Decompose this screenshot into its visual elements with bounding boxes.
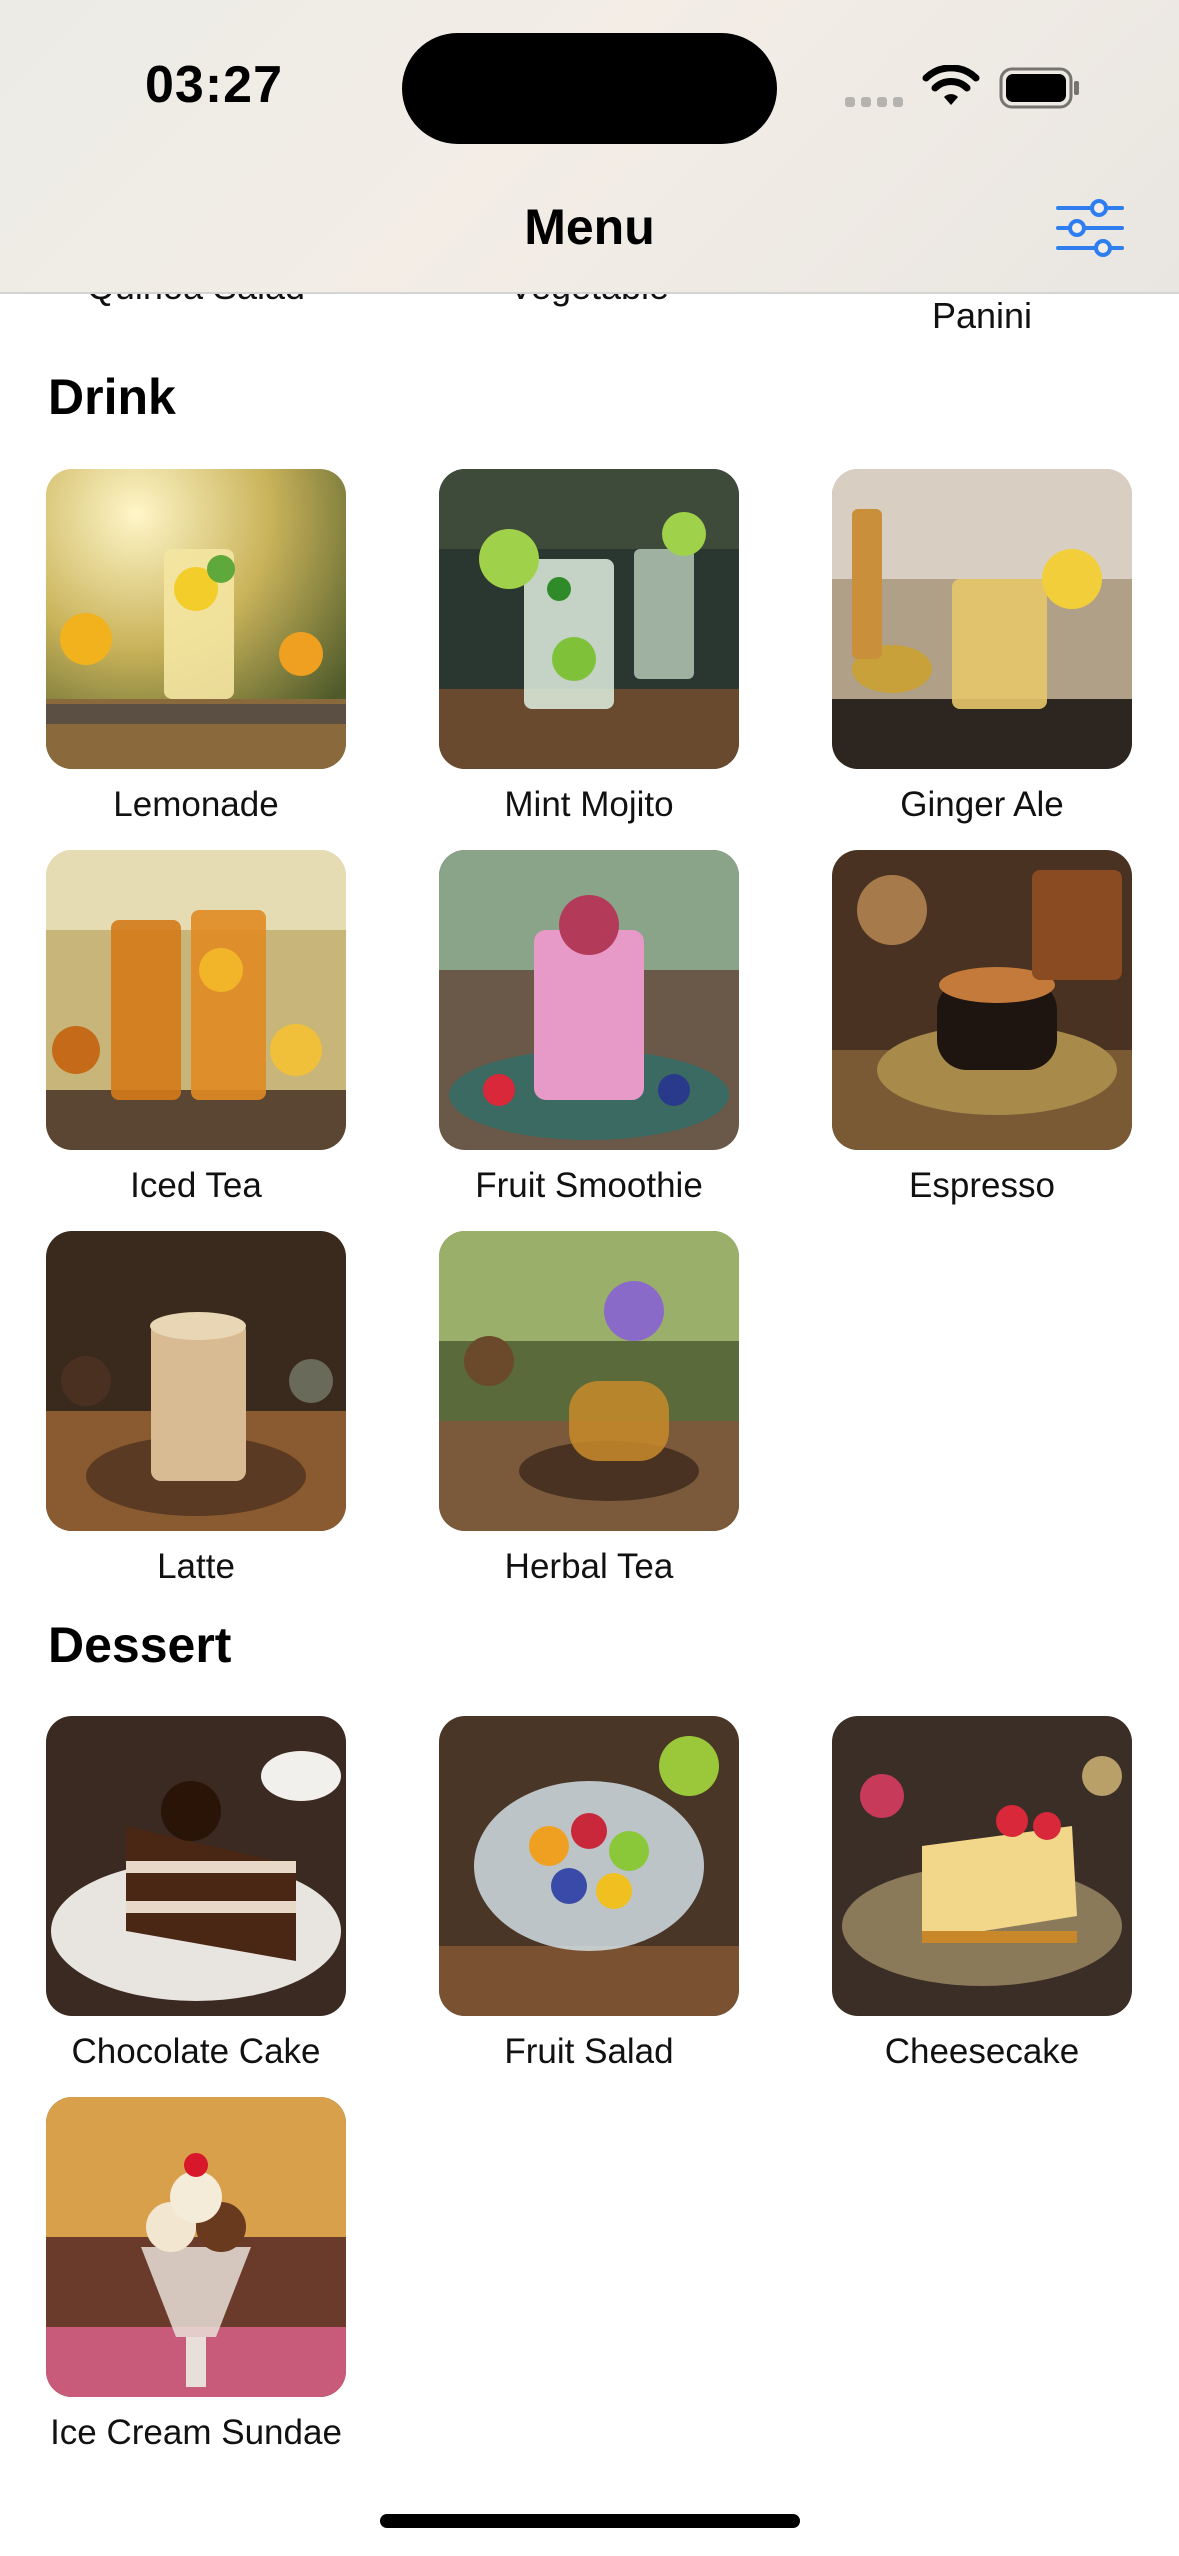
fruit-smoothie-image [439,850,739,1150]
menu-item-lemonade[interactable]: Lemonade [46,469,346,825]
item-label: Cheesecake [884,2032,1080,2071]
herbal-tea-image [439,1231,739,1531]
item-label: Espresso [909,1166,1055,1205]
menu-item-cheesecake[interactable]: Cheesecake [832,1716,1132,2072]
iced-tea-image [46,850,346,1150]
menu-item-iced-tea[interactable]: Iced Tea [46,850,346,1206]
lemonade-image [46,469,346,769]
item-label: Ginger Ale [900,785,1064,824]
item-label: Chocolate Cake [71,2032,321,2071]
menu-item-mint-mojito[interactable]: Mint Mojito [439,469,739,825]
menu-item-ice-cream-sundae[interactable]: Ice Cream Sundae [46,2097,346,2453]
chocolate-cake-image [46,1716,346,2016]
menu-item-espresso[interactable]: Espresso [832,850,1132,1206]
ice-cream-sundae-image [46,2097,346,2397]
fruit-salad-image [439,1716,739,2016]
menu-item-fruit-smoothie[interactable]: Fruit Smoothie [439,850,739,1206]
navigation-bar: 03:27 Menu [0,0,1179,294]
wifi-icon [922,65,980,105]
page-title: Menu [524,199,655,255]
menu-item-fruit-salad[interactable]: Fruit Salad [439,1716,739,2072]
menu-item-chocolate-cake[interactable]: Chocolate Cake [46,1716,346,2072]
sliders-icon[interactable] [1055,198,1125,258]
item-label: Herbal Tea [504,1547,674,1586]
item-label: Latte [157,1547,235,1586]
menu-item-ginger-ale[interactable]: Ginger Ale [832,469,1132,825]
item-label: Mint Mojito [504,785,674,824]
home-indicator[interactable] [380,2514,800,2528]
menu-item-latte[interactable]: Latte [46,1231,346,1587]
item-label: Fruit Salad [504,2032,674,2071]
item-label: Lemonade [113,785,279,824]
item-label: Iced Tea [130,1166,262,1205]
item-label: Ice Cream Sundae [50,2413,342,2452]
espresso-image [832,850,1132,1150]
dynamic-island [402,33,777,144]
status-time: 03:27 [145,56,283,114]
item-label: Fruit Smoothie [475,1166,703,1205]
section-title-drink: Drink [48,369,176,425]
ginger-ale-image [832,469,1132,769]
latte-image [46,1231,346,1531]
cellular-signal-icon [845,94,909,112]
cheesecake-image [832,1716,1132,2016]
mint-mojito-image [439,469,739,769]
item-label-panini[interactable]: Panini [832,295,1132,337]
battery-icon [999,67,1079,109]
menu-scroll-view[interactable]: Quinoa Salad Vegetable Lasagna Panini Dr… [0,0,1179,2556]
menu-item-herbal-tea[interactable]: Herbal Tea [439,1231,739,1587]
section-title-dessert: Dessert [48,1617,232,1673]
